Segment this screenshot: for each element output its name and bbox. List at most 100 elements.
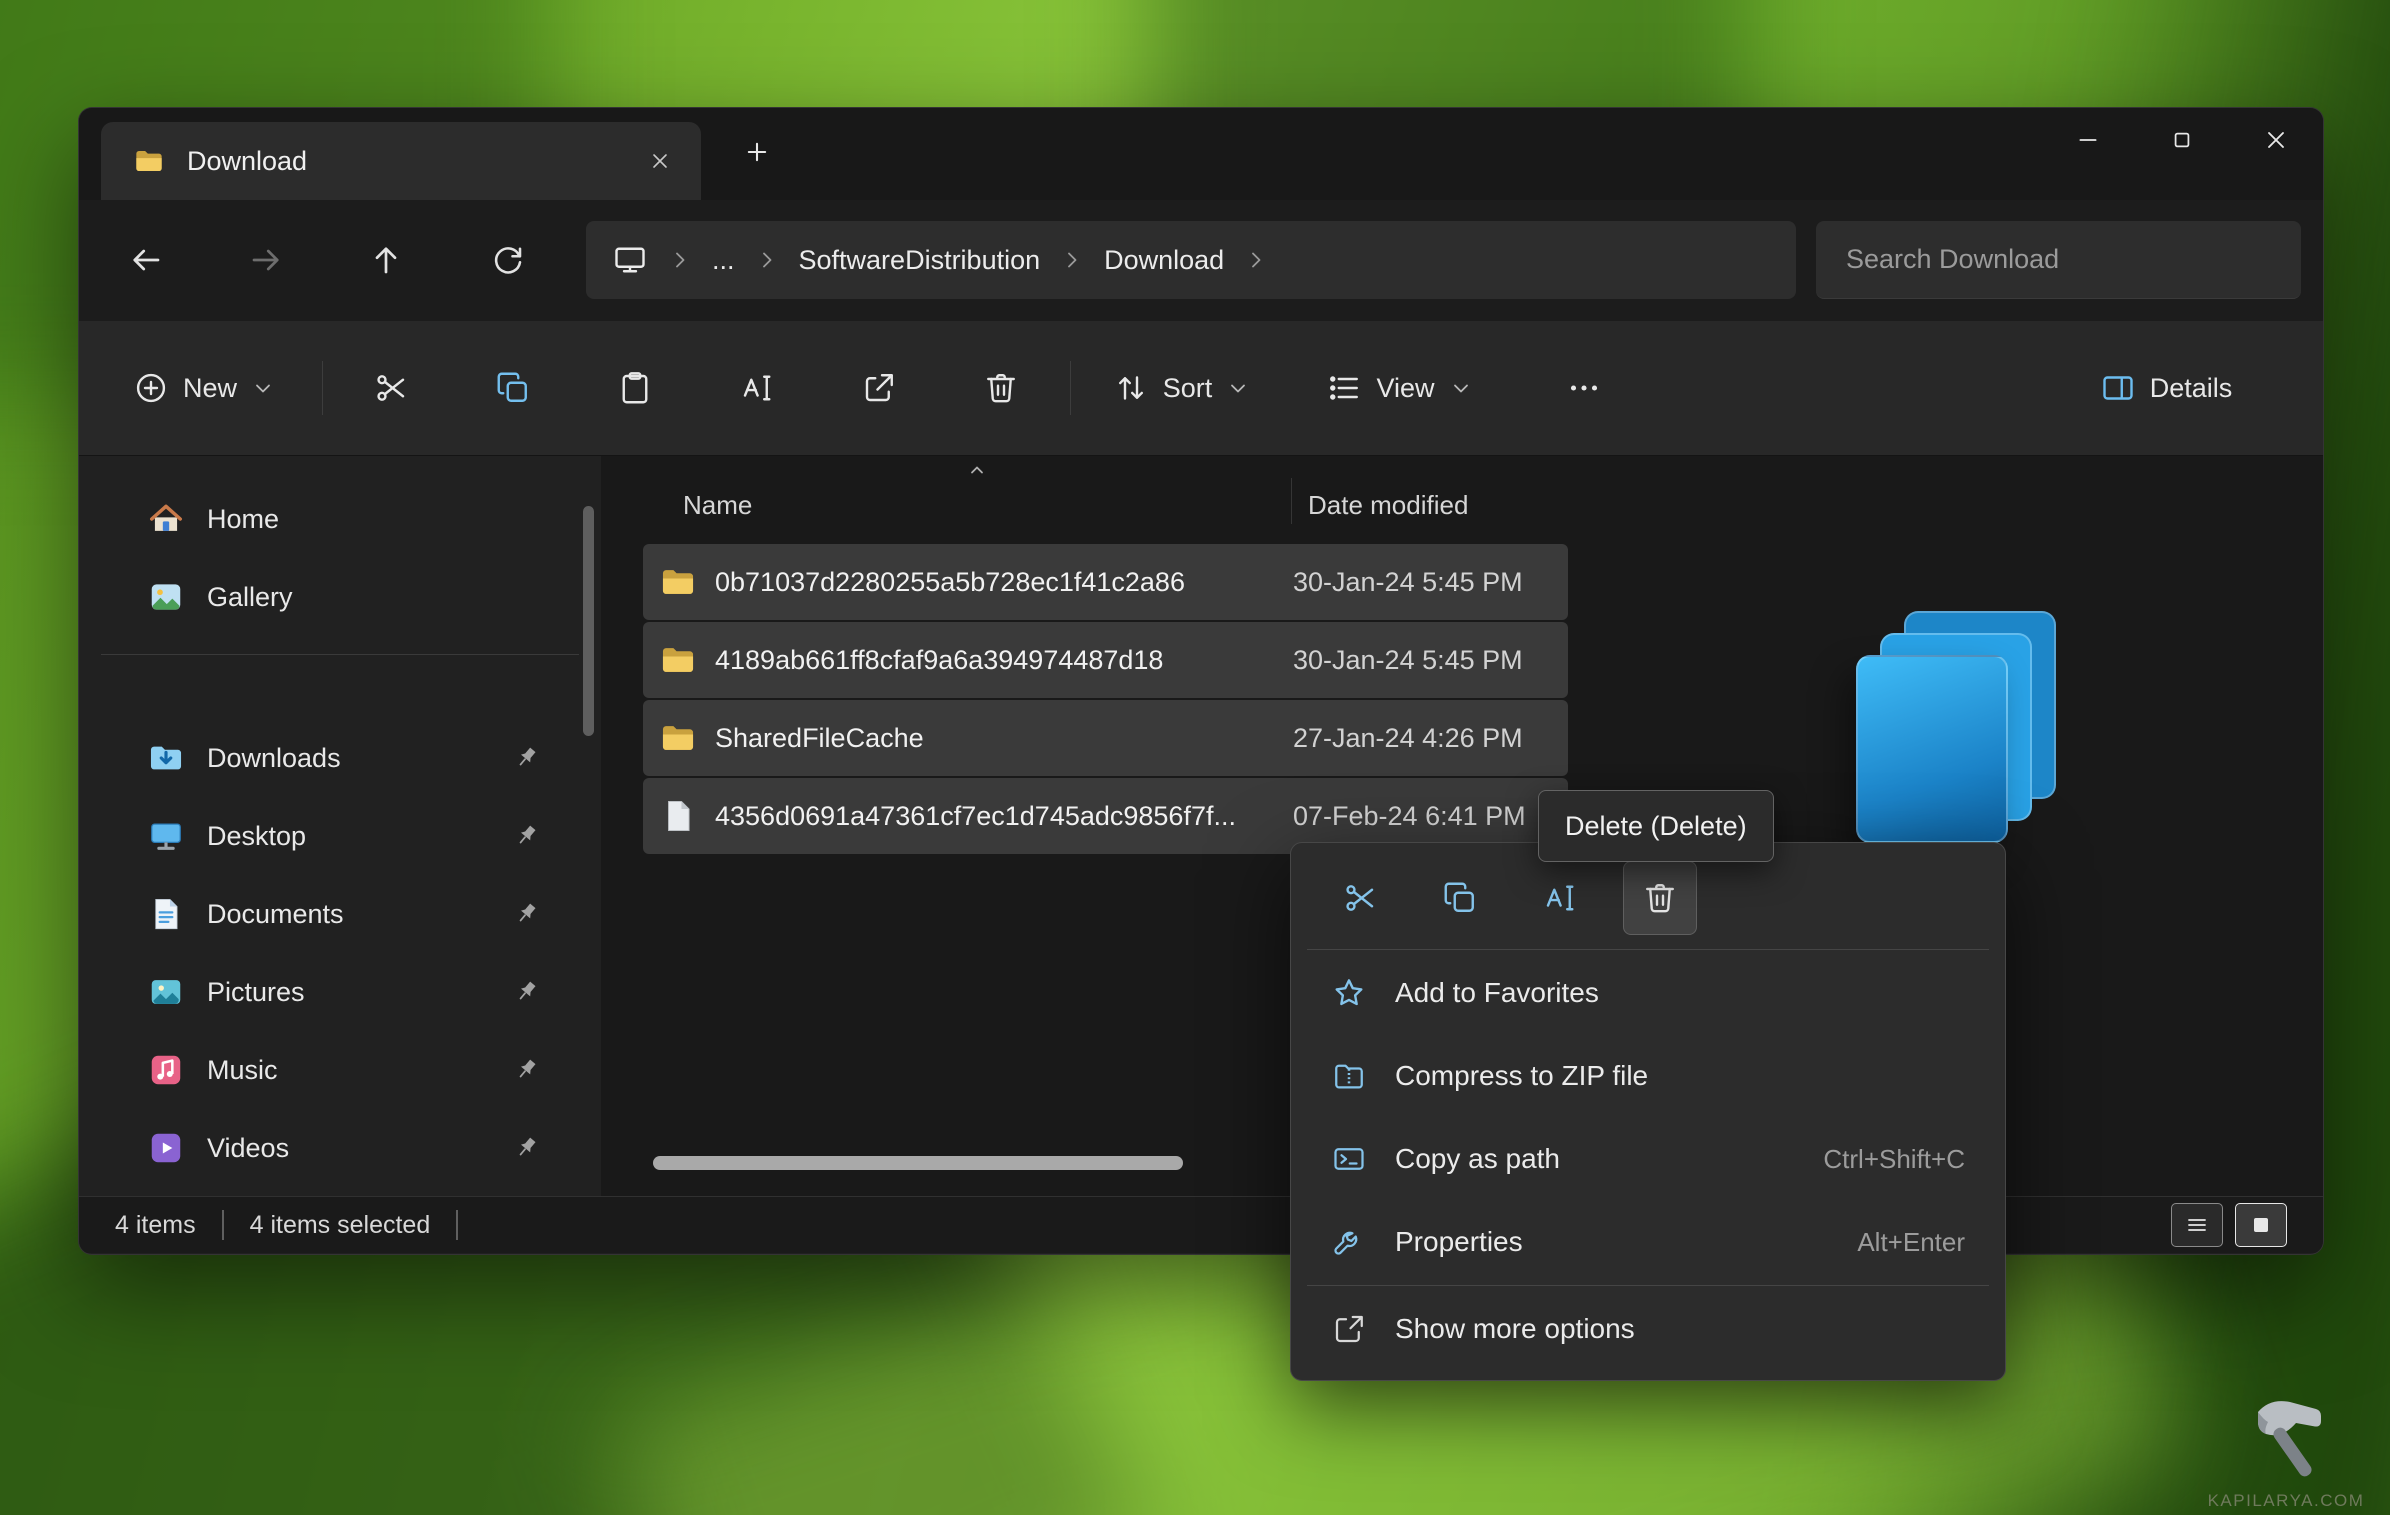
copy-icon bbox=[495, 370, 531, 406]
sort-ascending-icon bbox=[965, 458, 989, 482]
sidebar-item-pictures[interactable]: Pictures bbox=[93, 953, 587, 1031]
details-button-label: Details bbox=[2149, 372, 2233, 403]
large-icons-view-toggle[interactable] bbox=[2235, 1203, 2287, 1247]
window-controls bbox=[2041, 108, 2323, 172]
sort-icon bbox=[1113, 370, 1149, 406]
share-icon bbox=[861, 370, 897, 406]
refresh-button[interactable] bbox=[478, 230, 538, 290]
cut-menu-button[interactable] bbox=[1323, 861, 1397, 935]
breadcrumb[interactable]: ... SoftwareDistribution Download bbox=[586, 221, 1796, 299]
horizontal-scrollbar[interactable] bbox=[653, 1156, 1183, 1170]
hammer-logo-icon bbox=[2231, 1384, 2341, 1484]
context-menu-icon-row bbox=[1299, 853, 1997, 949]
copy-button[interactable] bbox=[470, 347, 556, 429]
new-tab-button[interactable] bbox=[729, 124, 785, 180]
pictures-icon bbox=[147, 973, 185, 1011]
close-button[interactable] bbox=[2229, 108, 2323, 172]
sidebar-item-gallery[interactable]: Gallery bbox=[93, 558, 587, 636]
file-icon bbox=[659, 797, 697, 835]
refresh-icon bbox=[490, 242, 526, 278]
menu-item-properties[interactable]: Properties Alt+Enter bbox=[1303, 1202, 1993, 1282]
trash-icon bbox=[1642, 880, 1678, 916]
back-button[interactable] bbox=[116, 230, 176, 290]
tooltip-text: Delete (Delete) bbox=[1565, 810, 1747, 841]
toolbar-divider bbox=[1070, 361, 1071, 415]
gallery-icon bbox=[147, 578, 185, 616]
menu-item-shortcut: Ctrl+Shift+C bbox=[1823, 1143, 1965, 1174]
rename-menu-button[interactable] bbox=[1523, 861, 1597, 935]
tab-close-button[interactable] bbox=[637, 138, 683, 184]
new-button[interactable]: New bbox=[109, 347, 299, 429]
chevron-down-icon bbox=[1226, 376, 1250, 400]
new-button-label: New bbox=[182, 372, 237, 403]
breadcrumb-ellipsis[interactable]: ... bbox=[712, 245, 735, 276]
maximize-button[interactable] bbox=[2135, 108, 2229, 172]
up-button[interactable] bbox=[356, 230, 416, 290]
table-row[interactable]: SharedFileCache 27-Jan-24 4:26 PM bbox=[643, 700, 1568, 776]
details-view-toggle[interactable] bbox=[2171, 1203, 2223, 1247]
column-header-name[interactable]: Name bbox=[683, 490, 752, 521]
pin-icon bbox=[511, 743, 541, 773]
videos-icon bbox=[147, 1129, 185, 1167]
downloads-icon bbox=[147, 739, 185, 777]
titlebar[interactable]: Download bbox=[79, 108, 2323, 200]
paste-button[interactable] bbox=[592, 347, 678, 429]
music-icon bbox=[147, 1051, 185, 1089]
share-button[interactable] bbox=[836, 347, 922, 429]
minimize-button[interactable] bbox=[2041, 108, 2135, 172]
menu-item-copy-as-path[interactable]: Copy as path Ctrl+Shift+C bbox=[1303, 1119, 1993, 1199]
plus-circle-icon bbox=[133, 370, 169, 406]
details-pane-button[interactable]: Details bbox=[2059, 347, 2273, 429]
sidebar-item-music[interactable]: Music bbox=[93, 1031, 587, 1109]
view-button[interactable]: View bbox=[1307, 347, 1492, 429]
path-icon bbox=[1331, 1141, 1367, 1177]
sidebar-item-documents[interactable]: Documents bbox=[93, 875, 587, 953]
rename-button[interactable] bbox=[714, 347, 800, 429]
copy-menu-button[interactable] bbox=[1423, 861, 1497, 935]
forward-button[interactable] bbox=[236, 230, 296, 290]
sort-button-label: Sort bbox=[1162, 372, 1213, 403]
sidebar-item-label: Downloads bbox=[207, 742, 341, 773]
this-pc-icon bbox=[612, 242, 648, 278]
zip-icon bbox=[1331, 1058, 1367, 1094]
column-divider[interactable] bbox=[1291, 478, 1292, 524]
breadcrumb-segment-download[interactable]: Download bbox=[1104, 245, 1224, 276]
sidebar-item-label: Gallery bbox=[207, 581, 293, 612]
sort-button[interactable]: Sort bbox=[1094, 347, 1269, 429]
pin-icon bbox=[511, 1055, 541, 1085]
table-row[interactable]: 0b71037d2280255a5b728ec1f41c2a86 30-Jan-… bbox=[643, 544, 1568, 620]
ellipsis-icon bbox=[1566, 370, 1602, 406]
sidebar-scrollbar[interactable] bbox=[583, 506, 594, 736]
delete-menu-button[interactable] bbox=[1623, 861, 1697, 935]
sidebar-item-downloads[interactable]: Downloads bbox=[93, 719, 587, 797]
menu-item-label: Add to Favorites bbox=[1395, 977, 1599, 1008]
tab-download[interactable]: Download bbox=[101, 122, 701, 200]
see-more-button[interactable] bbox=[1541, 347, 1627, 429]
watermark: KAPILARYA.COM bbox=[2206, 1384, 2366, 1511]
pin-icon bbox=[511, 1133, 541, 1163]
sidebar-item-home[interactable]: Home bbox=[93, 480, 587, 558]
folder-icon bbox=[659, 563, 697, 601]
menu-item-add-to-favorites[interactable]: Add to Favorites bbox=[1303, 953, 1993, 1033]
sidebar-item-label: Desktop bbox=[207, 820, 307, 851]
chevron-right-icon bbox=[755, 248, 779, 272]
delete-button[interactable] bbox=[958, 347, 1044, 429]
tab-title: Download bbox=[187, 145, 308, 176]
menu-item-show-more-options[interactable]: Show more options bbox=[1303, 1289, 1993, 1369]
folder-icon bbox=[659, 719, 697, 757]
menu-item-compress-to-zip[interactable]: Compress to ZIP file bbox=[1303, 1036, 1993, 1116]
sidebar-item-desktop[interactable]: Desktop bbox=[93, 797, 587, 875]
sidebar-item-videos[interactable]: Videos bbox=[93, 1109, 587, 1187]
close-icon bbox=[648, 149, 672, 173]
breadcrumb-segment-softwaredistribution[interactable]: SoftwareDistribution bbox=[799, 245, 1041, 276]
file-date-modified: 30-Jan-24 5:45 PM bbox=[1293, 644, 1523, 675]
preview-page-front bbox=[1856, 655, 2008, 843]
folder-icon bbox=[659, 641, 697, 679]
status-divider bbox=[456, 1210, 459, 1240]
column-header-date-modified[interactable]: Date modified bbox=[1308, 490, 1468, 521]
table-row[interactable]: 4189ab661ff8cfaf9a6a394974487d18 30-Jan-… bbox=[643, 622, 1568, 698]
cut-button[interactable] bbox=[348, 347, 434, 429]
file-date-modified: 07-Feb-24 6:41 PM bbox=[1293, 800, 1526, 831]
menu-divider bbox=[1307, 949, 1989, 950]
search-input[interactable] bbox=[1816, 221, 2301, 299]
